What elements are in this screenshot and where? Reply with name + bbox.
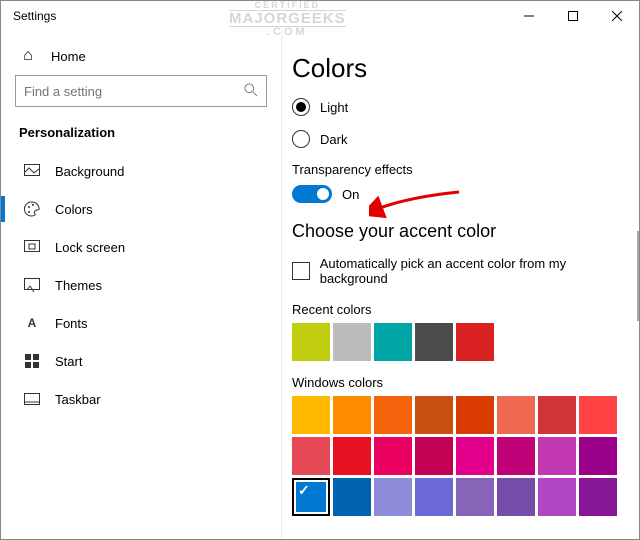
- close-button[interactable]: [595, 1, 639, 31]
- color-swatch[interactable]: [456, 396, 494, 434]
- color-swatch[interactable]: [456, 437, 494, 475]
- fonts-icon: A: [23, 316, 41, 330]
- color-swatch[interactable]: [497, 396, 535, 434]
- radio-light[interactable]: Light: [292, 98, 633, 116]
- search-field[interactable]: [24, 84, 244, 99]
- accent-heading: Choose your accent color: [292, 221, 633, 242]
- color-swatch[interactable]: [374, 437, 412, 475]
- color-swatch[interactable]: [374, 323, 412, 361]
- windows-colors-grid: [292, 396, 633, 516]
- windows-colors-label: Windows colors: [292, 375, 633, 390]
- recent-colors-row: [292, 323, 633, 361]
- color-swatch[interactable]: [292, 437, 330, 475]
- themes-icon: [23, 278, 41, 292]
- color-swatch[interactable]: [415, 437, 453, 475]
- auto-pick-checkbox[interactable]: Automatically pick an accent color from …: [292, 256, 633, 286]
- scrollbar[interactable]: [637, 231, 639, 321]
- color-swatch[interactable]: [497, 478, 535, 516]
- radio-icon: [292, 130, 310, 148]
- color-swatch[interactable]: [579, 396, 617, 434]
- radio-icon: [292, 98, 310, 116]
- nav-label: Start: [55, 354, 82, 369]
- colors-icon: [23, 201, 41, 217]
- search-icon: [244, 83, 258, 100]
- home-label: Home: [51, 49, 86, 64]
- color-swatch[interactable]: [579, 437, 617, 475]
- color-swatch[interactable]: [415, 396, 453, 434]
- toggle-state: On: [342, 187, 359, 202]
- color-swatch[interactable]: [415, 323, 453, 361]
- color-swatch[interactable]: [333, 323, 371, 361]
- color-swatch[interactable]: [333, 437, 371, 475]
- color-swatch[interactable]: [579, 478, 617, 516]
- nav-label: Taskbar: [55, 392, 101, 407]
- lock-screen-icon: [23, 240, 41, 254]
- transparency-toggle[interactable]: [292, 185, 332, 203]
- checkbox-icon: [292, 262, 310, 280]
- background-icon: [23, 164, 41, 178]
- nav-label: Background: [55, 164, 124, 179]
- nav-label: Fonts: [55, 316, 88, 331]
- sidebar-item-taskbar[interactable]: Taskbar: [15, 380, 267, 418]
- recent-colors-label: Recent colors: [292, 302, 633, 317]
- color-swatch[interactable]: [292, 478, 330, 516]
- sidebar-item-background[interactable]: Background: [15, 152, 267, 190]
- color-swatch[interactable]: [333, 478, 371, 516]
- color-swatch[interactable]: [333, 396, 371, 434]
- page-title: Colors: [292, 53, 633, 84]
- sidebar-item-themes[interactable]: Themes: [15, 266, 267, 304]
- sidebar-item-colors[interactable]: Colors: [15, 190, 267, 228]
- color-swatch[interactable]: [374, 478, 412, 516]
- minimize-button[interactable]: [507, 1, 551, 31]
- radio-label: Dark: [320, 132, 347, 147]
- search-input[interactable]: [15, 75, 267, 107]
- color-swatch[interactable]: [538, 396, 576, 434]
- maximize-button[interactable]: [551, 1, 595, 31]
- sidebar-item-lockscreen[interactable]: Lock screen: [15, 228, 267, 266]
- transparency-label: Transparency effects: [292, 162, 633, 177]
- sidebar-heading: Personalization: [15, 125, 267, 140]
- checkbox-label: Automatically pick an accent color from …: [320, 256, 633, 286]
- taskbar-icon: [23, 393, 41, 405]
- nav-label: Colors: [55, 202, 93, 217]
- color-swatch[interactable]: [497, 437, 535, 475]
- color-swatch[interactable]: [292, 323, 330, 361]
- home-nav[interactable]: ⌂ Home: [15, 41, 267, 75]
- color-swatch[interactable]: [538, 478, 576, 516]
- home-icon: ⌂: [19, 47, 37, 65]
- radio-dark[interactable]: Dark: [292, 130, 633, 148]
- window-title: Settings: [13, 9, 56, 23]
- color-swatch[interactable]: [374, 396, 412, 434]
- sidebar-item-fonts[interactable]: A Fonts: [15, 304, 267, 342]
- color-swatch[interactable]: [456, 478, 494, 516]
- color-swatch[interactable]: [415, 478, 453, 516]
- color-swatch[interactable]: [292, 396, 330, 434]
- nav-label: Themes: [55, 278, 102, 293]
- sidebar-item-start[interactable]: Start: [15, 342, 267, 380]
- nav-label: Lock screen: [55, 240, 125, 255]
- color-swatch[interactable]: [538, 437, 576, 475]
- start-icon: [23, 354, 41, 368]
- color-swatch[interactable]: [456, 323, 494, 361]
- radio-label: Light: [320, 100, 348, 115]
